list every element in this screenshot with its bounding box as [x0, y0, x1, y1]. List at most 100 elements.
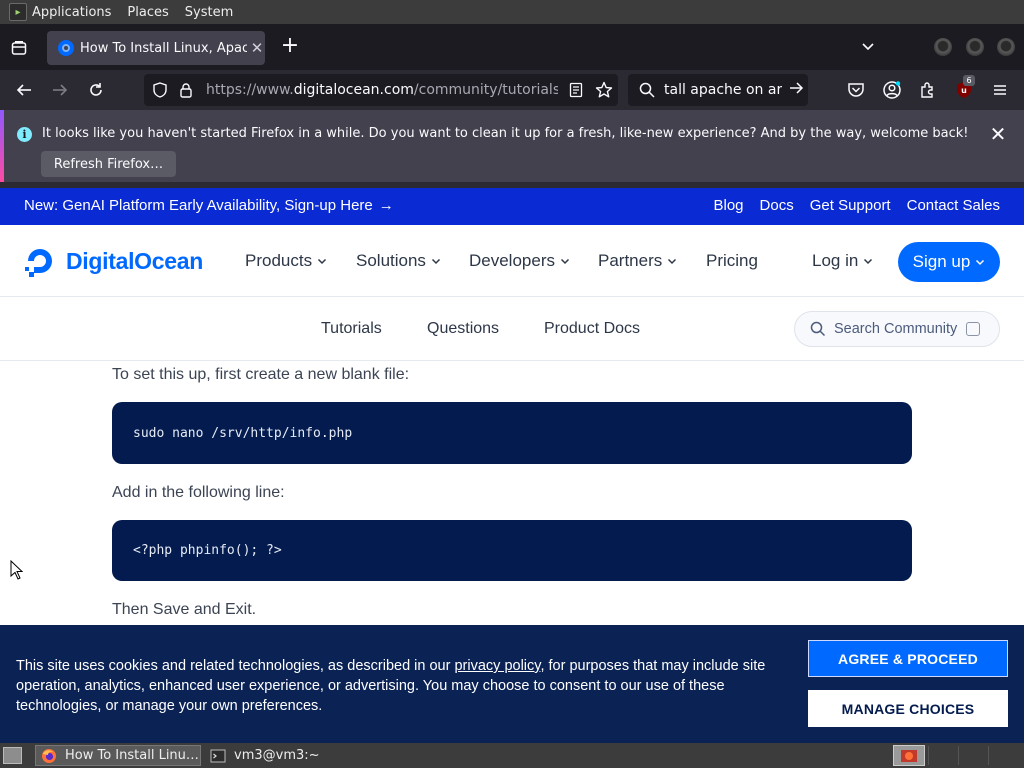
promo-text: New: GenAI Platform Early Availability, …	[24, 197, 373, 214]
extensions-puzzle-icon[interactable]	[916, 78, 940, 102]
nav-products-label: Products	[245, 251, 313, 270]
agree-and-proceed-button[interactable]: AGREE & PROCEED	[808, 640, 1008, 677]
bookmark-star-icon[interactable]	[594, 80, 614, 100]
firefox-notification-bar: i It looks like you haven't started Fire…	[0, 110, 1024, 182]
close-window-button[interactable]	[997, 38, 1015, 56]
chevron-down-icon	[560, 258, 570, 265]
list-all-tabs-chevron-icon[interactable]	[858, 37, 878, 57]
blog-link[interactable]: Blog	[714, 197, 744, 214]
keyboard-shortcut-icon	[966, 322, 981, 336]
cookie-message: This site uses cookies and related techn…	[16, 656, 796, 716]
nav-partners-label: Partners	[598, 251, 663, 270]
digitalocean-logo[interactable]: DigitalOcean	[23, 244, 203, 278]
site-header: DigitalOcean Products Solutions Develope…	[0, 225, 1024, 297]
signup-label: Sign up	[912, 252, 971, 271]
article-paragraph: Add in the following line:	[112, 484, 285, 501]
workspace-2[interactable]	[928, 746, 958, 765]
docs-link[interactable]: Docs	[760, 197, 794, 214]
signup-button[interactable]: Sign up	[898, 242, 1000, 282]
chevron-down-icon	[864, 258, 873, 265]
url-bar[interactable]: https://www.digitalocean.com/community/t…	[144, 74, 618, 106]
community-subnav: Tutorials Questions Product Docs Search …	[0, 297, 1024, 361]
community-search-input[interactable]: Search Community	[794, 311, 1000, 347]
show-desktop-icon[interactable]	[3, 747, 22, 764]
back-arrow-icon[interactable]	[12, 78, 36, 102]
account-icon[interactable]	[880, 78, 904, 102]
terminal-icon	[210, 749, 226, 762]
login-label: Log in	[812, 251, 859, 270]
taskbar-item-firefox[interactable]: How To Install Linu…	[35, 745, 201, 766]
search-icon	[638, 81, 656, 99]
tab-strip: How To Install Linux, Apache ✕ +	[0, 24, 1024, 70]
subnav-questions[interactable]: Questions	[427, 320, 499, 338]
reader-view-icon[interactable]	[566, 80, 586, 100]
promo-banner: New: GenAI Platform Early Availability, …	[0, 188, 1024, 225]
workspace-3[interactable]	[958, 746, 988, 765]
get-support-link[interactable]: Get Support	[810, 197, 891, 214]
nav-solutions-label: Solutions	[356, 251, 426, 270]
privacy-policy-link[interactable]: privacy policy	[454, 658, 540, 674]
applications-menu-icon[interactable]: ▸	[9, 3, 27, 21]
info-icon: i	[17, 127, 32, 142]
cookie-consent-banner: This site uses cookies and related techn…	[0, 625, 1024, 743]
search-bar-value[interactable]: tall apache on arch	[664, 82, 782, 98]
login-link[interactable]: Log in	[812, 251, 873, 271]
workspace-switcher-active[interactable]	[893, 745, 925, 766]
forward-arrow-icon[interactable]	[48, 78, 72, 102]
maximize-window-button[interactable]	[966, 38, 984, 56]
firefox-icon	[42, 748, 56, 763]
taskbar-item-label: How To Install Linu…	[65, 748, 199, 763]
nav-developers-label: Developers	[469, 251, 555, 270]
manage-choices-button[interactable]: MANAGE CHOICES	[808, 690, 1008, 727]
new-tab-button[interactable]: +	[279, 35, 301, 59]
cookie-text-start: This site uses cookies and related techn…	[16, 658, 455, 674]
reload-icon[interactable]	[84, 78, 108, 102]
navigation-toolbar: https://www.digitalocean.com/community/t…	[0, 70, 1024, 110]
notification-accent	[0, 110, 4, 182]
nav-developers[interactable]: Developers	[469, 251, 570, 271]
svg-text:u: u	[961, 86, 967, 95]
search-go-arrow-icon[interactable]	[788, 80, 806, 100]
system-menu[interactable]: System	[185, 5, 233, 20]
url-text[interactable]: https://www.digitalocean.com/community/t…	[206, 82, 558, 98]
nav-solutions[interactable]: Solutions	[356, 251, 441, 271]
firefox-view-icon[interactable]	[6, 35, 32, 61]
places-menu[interactable]: Places	[127, 5, 168, 20]
nav-pricing[interactable]: Pricing	[706, 251, 758, 271]
contact-sales-link[interactable]: Contact Sales	[907, 197, 1000, 214]
top-panel: ▸ Applications Places System	[0, 0, 1024, 24]
code-block[interactable]: sudo nano /srv/http/info.php	[112, 402, 912, 464]
search-placeholder: Search Community	[834, 321, 958, 337]
promo-utility-links: Blog Docs Get Support Contact Sales	[714, 197, 1001, 214]
pocket-icon[interactable]	[844, 78, 868, 102]
promo-link[interactable]: New: GenAI Platform Early Availability, …	[24, 197, 394, 214]
nav-products[interactable]: Products	[245, 251, 327, 271]
search-icon	[810, 321, 826, 337]
bottom-taskbar: How To Install Linu… vm3@vm3:~	[0, 743, 1024, 768]
logo-wordmark: DigitalOcean	[66, 247, 203, 274]
hamburger-menu-icon[interactable]	[988, 78, 1012, 102]
applications-menu[interactable]: Applications	[32, 5, 111, 20]
tracking-protection-shield-icon[interactable]	[150, 80, 170, 100]
promo-arrow-icon: →	[378, 197, 394, 214]
lock-icon[interactable]	[176, 80, 196, 100]
chevron-down-icon	[431, 258, 440, 265]
chevron-down-icon	[976, 259, 985, 266]
taskbar-item-label: vm3@vm3:~	[234, 748, 320, 763]
code-block[interactable]: <?php phpinfo(); ?>	[112, 520, 912, 581]
digitalocean-favicon-icon	[58, 40, 74, 56]
active-tab[interactable]: How To Install Linux, Apache ✕	[47, 31, 265, 65]
notification-close-icon[interactable]: ✕	[988, 124, 1008, 144]
tab-close-icon[interactable]: ✕	[249, 39, 265, 57]
minimize-window-button[interactable]	[934, 38, 952, 56]
taskbar-item-terminal[interactable]: vm3@vm3:~	[205, 745, 370, 766]
nav-partners[interactable]: Partners	[598, 251, 677, 271]
mouse-pointer-icon	[10, 560, 24, 580]
tab-title: How To Install Linux, Apache	[80, 40, 248, 56]
refresh-firefox-button[interactable]: Refresh Firefox…	[41, 151, 176, 177]
article-paragraph: To set this up, first create a new blank…	[112, 366, 410, 383]
workspace-4[interactable]	[988, 746, 1018, 765]
search-bar[interactable]: tall apache on arch	[628, 74, 808, 106]
subnav-tutorials[interactable]: Tutorials	[321, 320, 382, 338]
subnav-product-docs[interactable]: Product Docs	[544, 320, 640, 338]
